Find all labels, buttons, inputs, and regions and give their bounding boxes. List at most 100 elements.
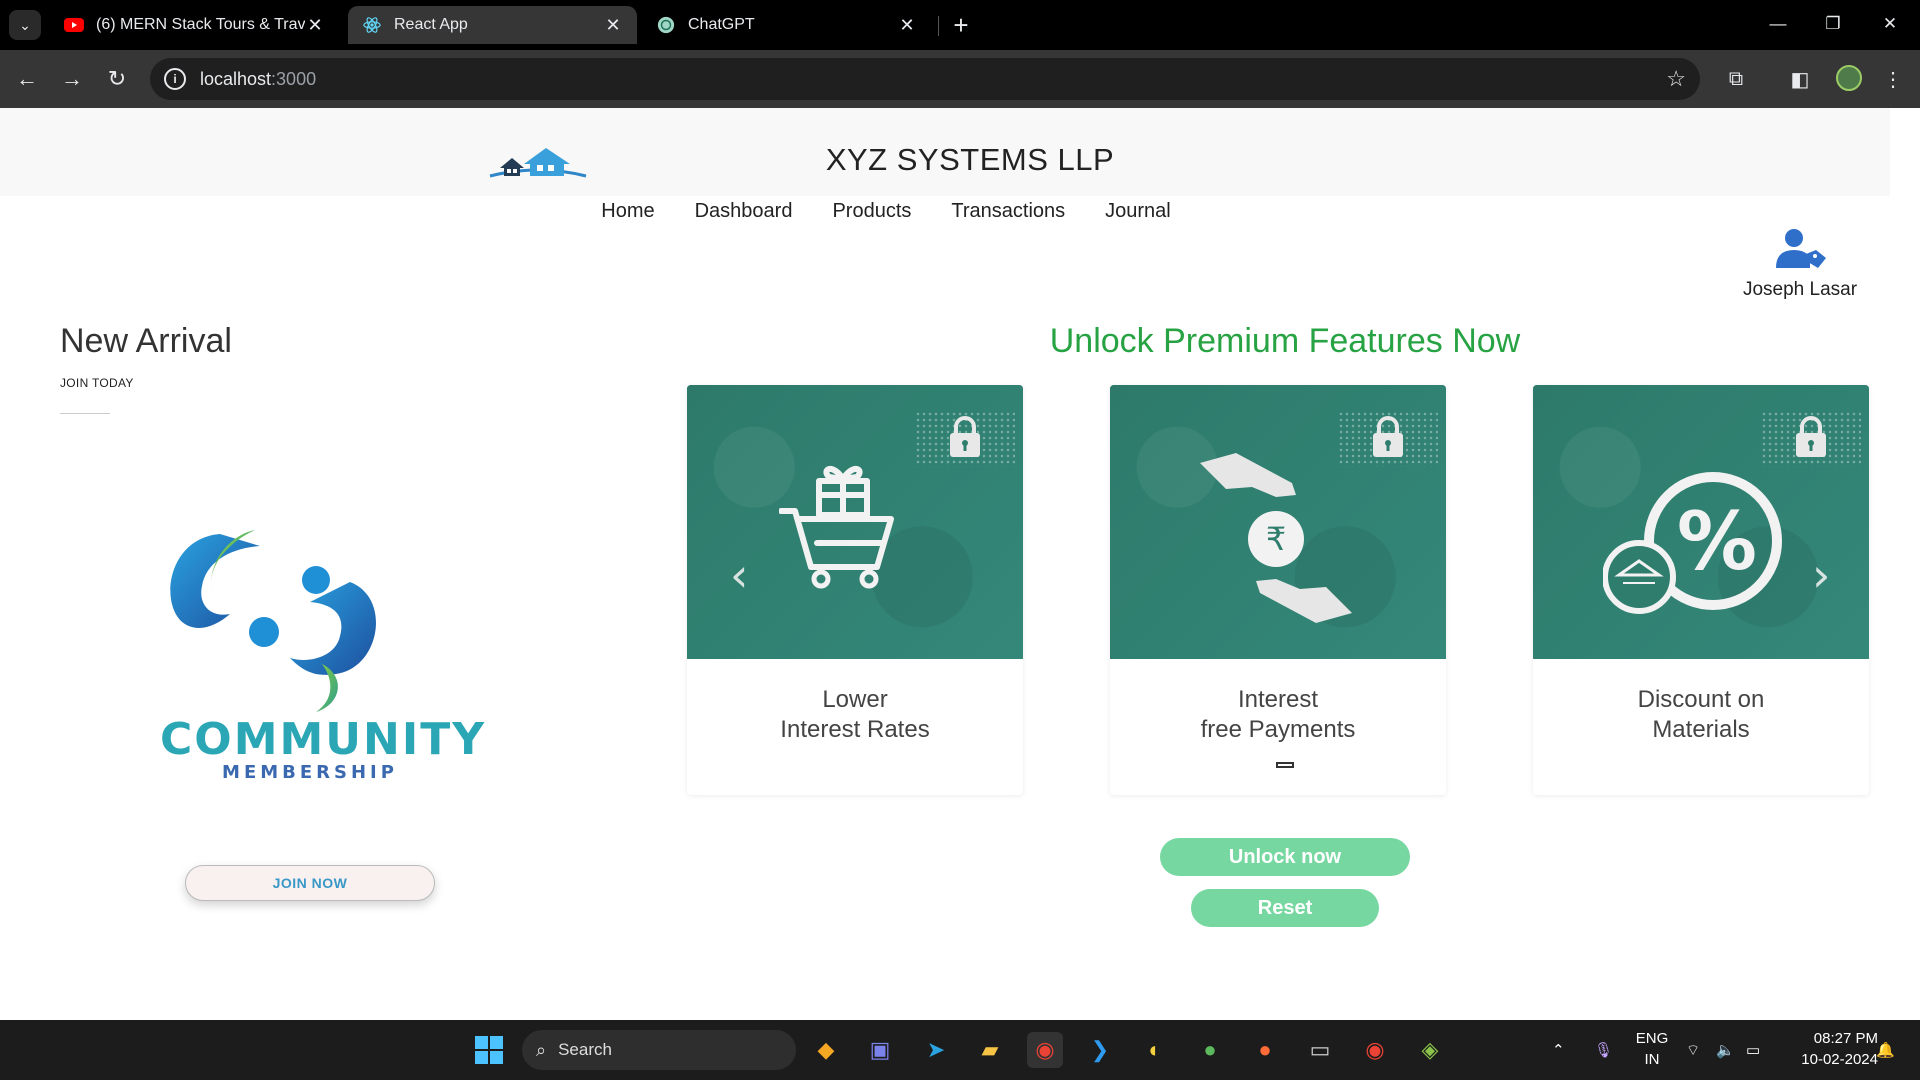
browser-tab-youtube[interactable]: (6) MERN Stack Tours & Travels ✕ — [50, 6, 339, 44]
minimize-icon[interactable]: — — [1748, 8, 1808, 40]
url-host: localhost — [200, 68, 272, 89]
feature-card-caption: Lower Interest Rates — [687, 685, 1023, 745]
bookmark-star-icon[interactable]: ☆ — [1666, 66, 1686, 92]
taskbar-search-label: Search — [558, 1040, 612, 1059]
react-icon — [362, 15, 382, 35]
user-name: Joseph Lasar — [1742, 279, 1858, 300]
extensions-icon[interactable]: ⧉ — [1719, 62, 1753, 96]
caption-line: Interest Rates — [780, 716, 930, 743]
system-clock[interactable]: 08:27 PM 10-02-2024 — [1778, 1028, 1878, 1070]
rupee-hands-icon: ₹ — [1200, 453, 1352, 623]
chrome-icon[interactable]: ◉ — [1027, 1032, 1063, 1068]
new-tab-icon[interactable]: + — [946, 10, 976, 40]
main-navigation: Home Dashboard Products Transactions Jou… — [0, 200, 1920, 223]
lock-icon — [950, 416, 980, 457]
browser-tabstrip: ⌄ (6) MERN Stack Tours & Travels ✕ React… — [0, 0, 1920, 50]
file-explorer-icon[interactable]: ▰ — [972, 1032, 1008, 1068]
svg-text:%: % — [1677, 495, 1757, 588]
input-language[interactable]: ENG IN — [1632, 1028, 1672, 1070]
address-bar[interactable]: i localhost:3000 ☆ — [150, 58, 1700, 100]
copilot-icon[interactable]: ◆ — [808, 1032, 844, 1068]
notification-bell-icon[interactable]: 🔔 — [1876, 1020, 1895, 1080]
git-icon[interactable]: ◈ — [1412, 1032, 1448, 1068]
unlock-now-button[interactable]: Unlock now — [1160, 838, 1410, 876]
carousel-indicator[interactable] — [1276, 762, 1294, 768]
profile-avatar[interactable] — [1836, 65, 1862, 91]
show-hidden-icons[interactable]: ⌃ — [1552, 1020, 1565, 1080]
user-profile[interactable]: Joseph Lasar — [1730, 228, 1870, 301]
lang-line: ENG — [1635, 1030, 1669, 1047]
join-now-button[interactable]: JOIN NOW — [185, 865, 435, 901]
nav-item-journal[interactable]: Journal — [1085, 200, 1191, 223]
carousel-next-icon[interactable]: › — [1812, 548, 1830, 602]
volume-icon[interactable]: 🔈 — [1716, 1020, 1735, 1080]
tab-divider — [938, 16, 939, 36]
tab-title: React App — [394, 16, 468, 33]
user-tag-icon — [1776, 229, 1826, 268]
join-today-label: JOIN TODAY — [60, 376, 134, 390]
mongodb-icon[interactable]: ● — [1192, 1032, 1228, 1068]
microphone-icon[interactable]: 🎙 — [1594, 1020, 1613, 1080]
search-icon: ⌕ — [536, 1039, 547, 1060]
carousel-prev-icon[interactable]: ‹ — [730, 548, 748, 602]
youtube-icon — [64, 15, 84, 35]
clock-time: 08:27 PM — [1813, 1030, 1878, 1047]
percent-discount-icon: % — [1603, 472, 1782, 614]
terminal-icon[interactable]: ▭ — [1302, 1032, 1338, 1068]
lock-icon — [1373, 416, 1403, 457]
tab-title: (6) MERN Stack Tours & Travels — [96, 16, 305, 33]
svg-text:₹: ₹ — [1266, 520, 1286, 558]
feature-card-caption: Discount on Materials — [1533, 685, 1869, 745]
close-tab-icon[interactable]: ✕ — [603, 15, 623, 36]
feature-card-image: ₹ — [1110, 385, 1446, 659]
feature-card-interest-free[interactable]: ₹ Interest free Payments — [1110, 385, 1446, 795]
app-icon[interactable]: ◐ — [1137, 1032, 1173, 1068]
telegram-icon[interactable]: ➤ — [918, 1032, 954, 1068]
vscode-icon[interactable]: ❯ — [1082, 1032, 1118, 1068]
membership-logo-word: MEMBERSHIP — [222, 762, 398, 783]
web-page: XYZ SYSTEMS LLP Home Dashboard Products … — [0, 108, 1920, 1001]
lock-icon — [1796, 416, 1826, 457]
caption-line: Materials — [1652, 716, 1750, 743]
close-tab-icon[interactable]: ✕ — [305, 15, 325, 36]
side-panel-icon[interactable]: ◧ — [1783, 62, 1817, 96]
nav-item-home[interactable]: Home — [581, 200, 674, 223]
premium-features-title: Unlock Premium Features Now — [1049, 322, 1521, 360]
more-menu-icon[interactable]: ⋮ — [1876, 62, 1910, 96]
caption-line: Lower — [822, 686, 888, 713]
clock-date: 10-02-2024 — [1801, 1051, 1878, 1068]
reset-button[interactable]: Reset — [1191, 889, 1379, 927]
close-window-icon[interactable]: ✕ — [1860, 8, 1920, 40]
browser-tab-chatgpt[interactable]: ChatGPT ✕ — [642, 6, 931, 44]
chrome-profile-icon[interactable]: ◉ — [1357, 1032, 1393, 1068]
battery-icon[interactable]: ▭ — [1746, 1020, 1760, 1080]
site-brand-title: XYZ SYSTEMS LLP — [825, 142, 1115, 177]
nav-item-products[interactable]: Products — [812, 200, 931, 223]
feature-card-image: % — [1533, 385, 1869, 659]
browser-tab-react-app[interactable]: React App ✕ — [348, 6, 637, 44]
gift-cart-icon — [779, 466, 894, 589]
taskbar-search[interactable]: ⌕ Search — [522, 1030, 796, 1070]
browser-toolbar: ← → ↻ i localhost:3000 ☆ ⧉ ◧ ⋮ — [0, 50, 1920, 108]
tab-search-icon[interactable]: ⌄ — [9, 10, 41, 40]
wifi-icon[interactable]: ⌔ — [1686, 1020, 1700, 1080]
feature-card-image — [687, 385, 1023, 659]
restore-icon[interactable]: ❐ — [1803, 8, 1863, 40]
back-icon[interactable]: ← — [10, 62, 44, 96]
reload-icon[interactable]: ↻ — [100, 62, 134, 96]
lang-line: IN — [1644, 1051, 1660, 1068]
community-logo-word: COMMUNITY — [160, 714, 487, 765]
caption-line: Discount on — [1637, 686, 1765, 713]
close-tab-icon[interactable]: ✕ — [897, 15, 917, 36]
caption-line: free Payments — [1200, 716, 1356, 743]
forward-icon[interactable]: → — [55, 62, 89, 96]
windows-taskbar: ⌕ Search ◆ ▣ ➤ ▰ ◉ ❯ ◐ ● ● ▭ ◉ ◈ ⌃ 🎙 ENG… — [0, 1020, 1920, 1080]
feature-card-caption: Interest free Payments — [1110, 685, 1446, 745]
site-info-icon[interactable]: i — [164, 68, 186, 90]
nav-item-dashboard[interactable]: Dashboard — [675, 200, 813, 223]
nav-item-transactions[interactable]: Transactions — [931, 200, 1085, 223]
postman-icon[interactable]: ● — [1247, 1032, 1283, 1068]
teams-icon[interactable]: ▣ — [862, 1032, 898, 1068]
tab-title: ChatGPT — [688, 16, 755, 33]
windows-start-icon[interactable] — [471, 1032, 507, 1068]
